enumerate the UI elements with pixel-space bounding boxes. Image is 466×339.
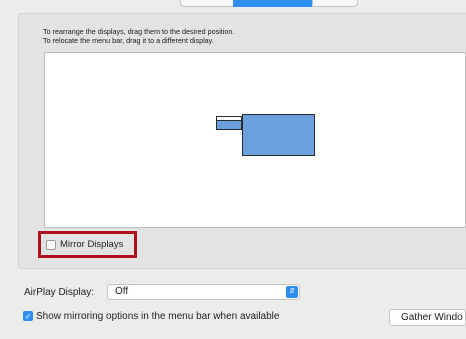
instructions: To rearrange the displays, drag them to …: [43, 27, 234, 45]
main-display[interactable]: [242, 114, 315, 156]
show-mirroring-checkbox[interactable]: ✓: [23, 311, 33, 321]
airplay-selected-value: Off: [115, 286, 129, 297]
mirror-displays-checkbox[interactable]: [46, 240, 56, 250]
segmented-tabs: [180, 0, 358, 7]
chevron-updown-icon: ⇵: [286, 286, 298, 298]
tab-arrangement[interactable]: [233, 0, 313, 7]
gather-windows-button[interactable]: Gather Windo: [389, 309, 466, 326]
mirror-displays-label[interactable]: Mirror Displays: [60, 239, 123, 250]
mirror-displays-highlight: Mirror Displays: [38, 231, 137, 258]
tab-left[interactable]: [180, 0, 234, 7]
instructions-line-1: To rearrange the displays, drag them to …: [43, 27, 235, 36]
tab-right[interactable]: [312, 0, 358, 7]
airplay-display-label: AirPlay Display:: [24, 287, 95, 298]
show-mirroring-label[interactable]: Show mirroring options in the menu bar w…: [36, 311, 279, 322]
airplay-display-select[interactable]: Off ⇵: [107, 284, 300, 300]
instructions-line-2: To relocate the menu bar, drag it to a d…: [43, 36, 214, 45]
secondary-display[interactable]: [216, 116, 242, 130]
menu-bar-handle[interactable]: [217, 117, 241, 121]
